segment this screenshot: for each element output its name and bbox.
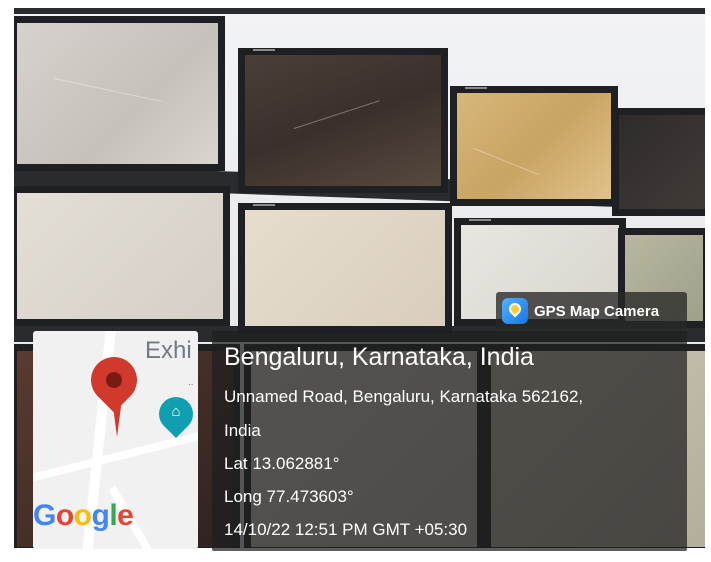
map-dots: .. [188, 377, 194, 388]
latitude: Lat 13.062881° [224, 454, 340, 473]
gps-map-camera-icon [502, 298, 528, 324]
google-logo-letter: g [91, 499, 110, 532]
marble-slab [238, 203, 452, 333]
timestamp: 14/10/22 12:51 PM GMT +05:30 [224, 520, 468, 539]
address-line-2: India [224, 421, 261, 440]
google-logo-letter: o [55, 499, 74, 532]
google-logo: Google [33, 499, 134, 533]
marble-slab [450, 86, 618, 206]
address-line-1: Unnamed Road, Bengaluru, Karnataka 56216… [224, 387, 584, 406]
google-logo-letter: G [33, 499, 56, 532]
marble-slab [612, 108, 705, 216]
display-rail-top [14, 8, 705, 14]
google-logo-letter: o [73, 499, 92, 532]
gps-map-camera-badge: GPS Map Camera [496, 292, 687, 330]
marble-slab [14, 16, 225, 171]
map-thumbnail[interactable]: Exhi .. ⌂ Google [33, 331, 198, 549]
google-logo-letter: e [117, 499, 134, 532]
marble-slab [14, 186, 230, 326]
location-pin-tip [111, 391, 123, 437]
google-logo-letter: l [109, 499, 118, 532]
app-name: GPS Map Camera [534, 302, 660, 320]
longitude: Long 77.473603° [224, 487, 354, 506]
map-place-label: Exhi [145, 337, 192, 364]
museum-glyph: ⌂ [171, 403, 181, 420]
location-title: Bengaluru, Karnataka, India [224, 343, 534, 371]
location-info-card: Bengaluru, Karnataka, India Unnamed Road… [212, 331, 687, 551]
marble-slab [238, 48, 448, 193]
